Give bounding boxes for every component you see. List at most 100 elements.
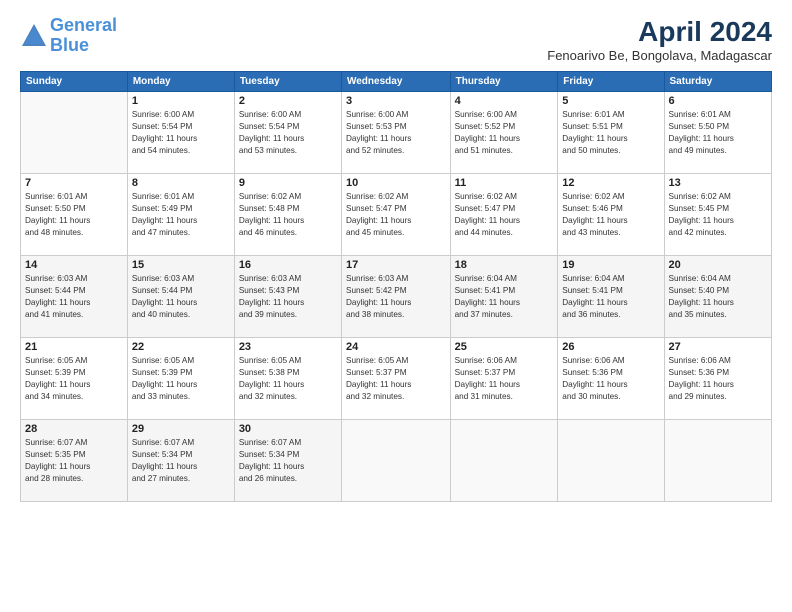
day-cell: 13 Sunrise: 6:02 AM Sunset: 5:45 PM Dayli… — [664, 174, 771, 256]
day-cell: 27Sunrise: 6:06 AM Sunset: 5:36 PM Dayli… — [664, 338, 771, 420]
day-cell: 29 Sunrise: 6:07 AM Sunset: 5:34 PM Dayli… — [127, 420, 234, 502]
header-wednesday: Wednesday — [341, 72, 450, 92]
day-cell: 9 Sunrise: 6:02 AM Sunset: 5:48 PM Daylig… — [234, 174, 341, 256]
day-info: Sunrise: 6:03 AM Sunset: 5:42 PM Dayligh… — [346, 273, 446, 321]
day-cell: 18 Sunrise: 6:04 AM Sunset: 5:41 PM Dayli… — [450, 256, 558, 338]
day-cell: 24 Sunrise: 6:05 AM Sunset: 5:37 PM Dayli… — [341, 338, 450, 420]
day-cell: 21 Sunrise: 6:05 AM Sunset: 5:39 PM Dayli… — [21, 338, 128, 420]
day-number: 11 — [455, 177, 554, 189]
logo-text: General Blue — [50, 16, 117, 56]
day-number: 7 — [25, 177, 123, 189]
day-number: 29 — [132, 423, 230, 435]
logo-line2: Blue — [50, 35, 89, 55]
day-number: 9 — [239, 177, 337, 189]
day-cell: 30Sunrise: 6:07 AM Sunset: 5:34 PM Dayli… — [234, 420, 341, 502]
day-info: Sunrise: 6:05 AM Sunset: 5:39 PM Dayligh… — [132, 355, 230, 403]
header-friday: Friday — [558, 72, 664, 92]
day-number: 10 — [346, 177, 446, 189]
day-cell: 16Sunrise: 6:03 AM Sunset: 5:43 PM Dayli… — [234, 256, 341, 338]
day-number: 13 — [669, 177, 767, 189]
day-cell: 4 Sunrise: 6:00 AM Sunset: 5:52 PM Daylig… — [450, 92, 558, 174]
day-number: 12 — [562, 177, 659, 189]
day-number: 16 — [239, 259, 337, 271]
day-number: 8 — [132, 177, 230, 189]
day-cell: 5 Sunrise: 6:01 AM Sunset: 5:51 PM Daylig… — [558, 92, 664, 174]
day-info: Sunrise: 6:07 AM Sunset: 5:34 PM Dayligh… — [239, 437, 337, 485]
day-number: 19 — [562, 259, 659, 271]
header: General Blue April 2024 Fenoarivo Be, Bo… — [20, 16, 772, 63]
day-info: Sunrise: 6:01 AM Sunset: 5:50 PM Dayligh… — [25, 191, 123, 239]
day-info: Sunrise: 6:07 AM Sunset: 5:34 PM Dayligh… — [132, 437, 230, 485]
day-info: Sunrise: 6:00 AM Sunset: 5:53 PM Dayligh… — [346, 109, 446, 157]
day-cell — [450, 420, 558, 502]
day-cell: 15 Sunrise: 6:03 AM Sunset: 5:44 PM Dayli… — [127, 256, 234, 338]
day-number: 15 — [132, 259, 230, 271]
location: Fenoarivo Be, Bongolava, Madagascar — [547, 48, 772, 63]
week-row-1: 1Sunrise: 6:00 AM Sunset: 5:54 PM Daylig… — [21, 92, 772, 174]
day-info: Sunrise: 6:04 AM Sunset: 5:41 PM Dayligh… — [562, 273, 659, 321]
day-number: 27 — [669, 341, 767, 353]
day-cell: 7 Sunrise: 6:01 AM Sunset: 5:50 PM Daylig… — [21, 174, 128, 256]
day-number: 3 — [346, 95, 446, 107]
day-info: Sunrise: 6:00 AM Sunset: 5:54 PM Dayligh… — [132, 109, 230, 157]
day-cell: 2Sunrise: 6:00 AM Sunset: 5:54 PM Daylig… — [234, 92, 341, 174]
day-info: Sunrise: 6:02 AM Sunset: 5:47 PM Dayligh… — [346, 191, 446, 239]
week-row-5: 28Sunrise: 6:07 AM Sunset: 5:35 PM Dayli… — [21, 420, 772, 502]
day-number: 5 — [562, 95, 659, 107]
day-info: Sunrise: 6:00 AM Sunset: 5:54 PM Dayligh… — [239, 109, 337, 157]
header-monday: Monday — [127, 72, 234, 92]
day-info: Sunrise: 6:05 AM Sunset: 5:39 PM Dayligh… — [25, 355, 123, 403]
calendar-table: Sunday Monday Tuesday Wednesday Thursday… — [20, 71, 772, 502]
day-info: Sunrise: 6:02 AM Sunset: 5:47 PM Dayligh… — [455, 191, 554, 239]
page: General Blue April 2024 Fenoarivo Be, Bo… — [0, 0, 792, 612]
day-info: Sunrise: 6:02 AM Sunset: 5:46 PM Dayligh… — [562, 191, 659, 239]
day-cell: 20 Sunrise: 6:04 AM Sunset: 5:40 PM Dayli… — [664, 256, 771, 338]
day-info: Sunrise: 6:06 AM Sunset: 5:37 PM Dayligh… — [455, 355, 554, 403]
day-info: Sunrise: 6:04 AM Sunset: 5:41 PM Dayligh… — [455, 273, 554, 321]
day-cell: 3 Sunrise: 6:00 AM Sunset: 5:53 PM Daylig… — [341, 92, 450, 174]
day-number: 24 — [346, 341, 446, 353]
day-number: 4 — [455, 95, 554, 107]
day-info: Sunrise: 6:05 AM Sunset: 5:38 PM Dayligh… — [239, 355, 337, 403]
header-sunday: Sunday — [21, 72, 128, 92]
week-row-4: 21 Sunrise: 6:05 AM Sunset: 5:39 PM Dayli… — [21, 338, 772, 420]
day-number: 22 — [132, 341, 230, 353]
header-saturday: Saturday — [664, 72, 771, 92]
week-row-2: 7 Sunrise: 6:01 AM Sunset: 5:50 PM Daylig… — [21, 174, 772, 256]
weekday-header-row: Sunday Monday Tuesday Wednesday Thursday… — [21, 72, 772, 92]
day-cell: 10 Sunrise: 6:02 AM Sunset: 5:47 PM Dayli… — [341, 174, 450, 256]
day-number: 18 — [455, 259, 554, 271]
day-info: Sunrise: 6:05 AM Sunset: 5:37 PM Dayligh… — [346, 355, 446, 403]
day-info: Sunrise: 6:02 AM Sunset: 5:45 PM Dayligh… — [669, 191, 767, 239]
day-cell: 25 Sunrise: 6:06 AM Sunset: 5:37 PM Dayli… — [450, 338, 558, 420]
day-cell — [558, 420, 664, 502]
day-cell: 1Sunrise: 6:00 AM Sunset: 5:54 PM Daylig… — [127, 92, 234, 174]
day-info: Sunrise: 6:02 AM Sunset: 5:48 PM Dayligh… — [239, 191, 337, 239]
header-tuesday: Tuesday — [234, 72, 341, 92]
day-cell: 28Sunrise: 6:07 AM Sunset: 5:35 PM Dayli… — [21, 420, 128, 502]
day-cell: 22 Sunrise: 6:05 AM Sunset: 5:39 PM Dayli… — [127, 338, 234, 420]
day-cell — [664, 420, 771, 502]
day-info: Sunrise: 6:01 AM Sunset: 5:51 PM Dayligh… — [562, 109, 659, 157]
day-cell — [341, 420, 450, 502]
logo-icon — [20, 22, 48, 50]
day-info: Sunrise: 6:00 AM Sunset: 5:52 PM Dayligh… — [455, 109, 554, 157]
day-cell: 11 Sunrise: 6:02 AM Sunset: 5:47 PM Dayli… — [450, 174, 558, 256]
day-number: 17 — [346, 259, 446, 271]
day-cell: 14Sunrise: 6:03 AM Sunset: 5:44 PM Dayli… — [21, 256, 128, 338]
day-info: Sunrise: 6:01 AM Sunset: 5:49 PM Dayligh… — [132, 191, 230, 239]
day-cell: 8 Sunrise: 6:01 AM Sunset: 5:49 PM Daylig… — [127, 174, 234, 256]
day-number: 21 — [25, 341, 123, 353]
day-info: Sunrise: 6:06 AM Sunset: 5:36 PM Dayligh… — [562, 355, 659, 403]
day-info: Sunrise: 6:07 AM Sunset: 5:35 PM Dayligh… — [25, 437, 123, 485]
day-info: Sunrise: 6:04 AM Sunset: 5:40 PM Dayligh… — [669, 273, 767, 321]
day-cell: 12 Sunrise: 6:02 AM Sunset: 5:46 PM Dayli… — [558, 174, 664, 256]
day-info: Sunrise: 6:03 AM Sunset: 5:44 PM Dayligh… — [132, 273, 230, 321]
day-cell: 6Sunrise: 6:01 AM Sunset: 5:50 PM Daylig… — [664, 92, 771, 174]
day-info: Sunrise: 6:01 AM Sunset: 5:50 PM Dayligh… — [669, 109, 767, 157]
day-number: 20 — [669, 259, 767, 271]
day-cell: 23Sunrise: 6:05 AM Sunset: 5:38 PM Dayli… — [234, 338, 341, 420]
week-row-3: 14Sunrise: 6:03 AM Sunset: 5:44 PM Dayli… — [21, 256, 772, 338]
day-number: 25 — [455, 341, 554, 353]
logo-line1: General — [50, 15, 117, 35]
